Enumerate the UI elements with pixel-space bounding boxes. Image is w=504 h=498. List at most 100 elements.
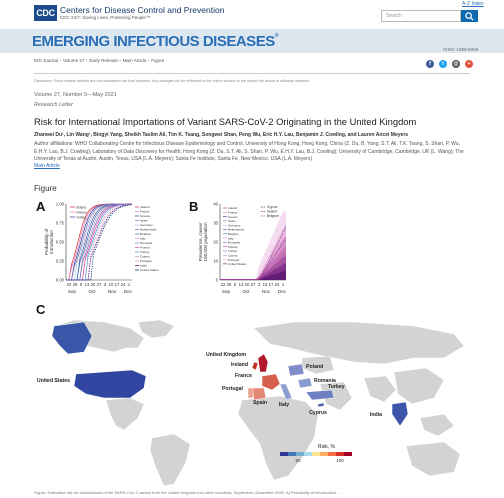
breadcrumb-item[interactable]: Figure: [151, 58, 164, 63]
volume-info: Volume 27, Number 5—May 2021: [34, 92, 117, 98]
x-month-label: Sep: [222, 289, 231, 294]
x-month-label: Dec: [124, 289, 133, 294]
legend-color-bin: [288, 452, 296, 456]
disclaimer: Disclaimer: Early release articles are n…: [34, 79, 311, 83]
breadcrumb-item[interactable]: Early Release ›: [89, 58, 120, 63]
country-label: United States: [37, 378, 70, 384]
cdc-header: CDC Centers for Disease Control and Prev…: [0, 0, 504, 28]
search-icon: [465, 12, 474, 21]
x-tick-label: 27: [97, 282, 102, 287]
breadcrumb-item[interactable]: EID Journal ›: [34, 58, 61, 63]
x-tick-label: 22: [67, 282, 72, 287]
country-label: Italy: [279, 402, 289, 408]
y-tick-label: 0.50: [56, 240, 65, 245]
legend-label: Turkey: [140, 250, 150, 254]
legend-label: Poland: [140, 246, 150, 250]
legend-label: India: [140, 264, 147, 268]
article-title: Risk for International Importations of V…: [34, 116, 417, 127]
x-tick-label: 13: [85, 282, 90, 287]
x-tick-label: 13: [239, 282, 244, 287]
country-label: United Kingdom: [206, 352, 246, 358]
country-spain: [251, 387, 267, 401]
search-input[interactable]: Search: [381, 10, 461, 22]
y-tick-label: 0.75: [56, 221, 65, 226]
country-poland: [287, 363, 305, 377]
legend-label: Turkey: [76, 215, 86, 219]
x-tick-label: 10: [109, 282, 114, 287]
breadcrumb-item[interactable]: Volume 27 ›: [63, 58, 88, 63]
divider: [34, 73, 470, 74]
legend-color-bin: [312, 452, 320, 456]
legend-color-bin: [320, 452, 328, 456]
y-tick-label: 20: [213, 240, 218, 245]
legend-label: Greece: [76, 210, 87, 214]
legend-label: United States: [140, 268, 159, 272]
legend-label: Germany: [140, 223, 153, 227]
legend-color-bin: [336, 452, 344, 456]
author-affiliations: Author affiliations: WHO Collaborating C…: [34, 141, 464, 163]
x-tick-label: 17: [115, 282, 120, 287]
cdc-logo[interactable]: CDC: [34, 5, 57, 21]
x-tick-label: 24: [275, 282, 280, 287]
twitter-icon[interactable]: t: [439, 60, 447, 68]
legend-label: Romania: [140, 241, 153, 245]
legend-color-bin: [304, 452, 312, 456]
x-tick-label: 3: [104, 282, 107, 287]
y-tick-label: 30: [213, 221, 218, 226]
legend-color-bin: [344, 452, 352, 456]
y-tick-label: 1.00: [56, 202, 65, 207]
az-index-link[interactable]: A-Z Index: [462, 1, 484, 7]
legend-label: United States: [228, 262, 247, 266]
panel-a-chart[interactable]: 0.00 0.25 0.50 0.75 1.00 22 29 6 13 20 27 3 10 17 24 1 S…: [34, 198, 184, 302]
y-axis-label: Probability ofintroduction: [44, 228, 54, 255]
legend-color-bin: [328, 452, 336, 456]
x-tick-label: 24: [121, 282, 126, 287]
article-section: Research Letter: [34, 102, 74, 108]
breadcrumb-item[interactable]: Main Article ›: [123, 58, 150, 63]
agency-name[interactable]: Centers for Disease Control and Preventi…: [60, 5, 224, 15]
legend-label: Ireland: [140, 205, 150, 209]
legend-tick: 50: [295, 458, 301, 463]
x-month-label: Nov: [108, 289, 117, 294]
x-tick-label: 1: [128, 282, 131, 287]
legend-label: Greece: [140, 214, 150, 218]
main-article-link[interactable]: Main Article: [34, 163, 60, 169]
issn: ISSN: 1080-6059: [443, 47, 479, 52]
x-month-label: Oct: [242, 289, 250, 294]
x-tick-label: 29: [227, 282, 232, 287]
country-label: Portugal: [222, 386, 244, 392]
x-tick-label: 20: [91, 282, 96, 287]
legend-label: France: [140, 210, 150, 214]
x-tick-label: 17: [269, 282, 274, 287]
y-tick-label: 0.00: [56, 278, 65, 283]
country-label: Cyprus: [309, 410, 327, 416]
panel-b-chart[interactable]: 01020304022 29 6 13 20 27 3 10 17 24 1Sep Oct Nov Dec…: [188, 198, 338, 302]
legend-label: Ireland: [76, 205, 86, 209]
x-tick-label: 1: [282, 282, 285, 287]
x-month-label: Sep: [68, 289, 77, 294]
journal-title[interactable]: EMERGING INFECTIOUS DISEASES®: [32, 33, 278, 50]
x-tick-label: 6: [234, 282, 237, 287]
legend-label: Portugal: [140, 259, 152, 263]
country-label: France: [235, 373, 252, 379]
country-cyprus: [317, 402, 325, 408]
country-label: Spain: [253, 400, 267, 406]
x-tick-label: 22: [221, 282, 226, 287]
search-button[interactable]: [461, 10, 478, 22]
x-tick-label: 20: [245, 282, 250, 287]
y-tick-label: 0: [216, 278, 219, 283]
x-tick-label: 29: [73, 282, 78, 287]
y-tick-label: 10: [213, 259, 218, 264]
panel-c-map[interactable]: United Kingdom Ireland France Portugal Spain…: [34, 318, 470, 488]
email-icon[interactable]: @: [452, 60, 460, 68]
y-tick-label: 40: [213, 202, 218, 207]
agency-tagline: CDC 24/7: Saving Lives, Protecting Peopl…: [60, 15, 151, 20]
share-icon[interactable]: +: [465, 60, 473, 68]
figure-heading: Figure: [34, 184, 57, 193]
legend-tick: 100: [336, 458, 344, 463]
country-label: Ireland: [231, 362, 248, 368]
panel-c-letter: C: [36, 302, 46, 317]
facebook-icon[interactable]: f: [426, 60, 434, 68]
country-label: Poland: [306, 364, 323, 370]
x-month-label: Nov: [262, 289, 271, 294]
